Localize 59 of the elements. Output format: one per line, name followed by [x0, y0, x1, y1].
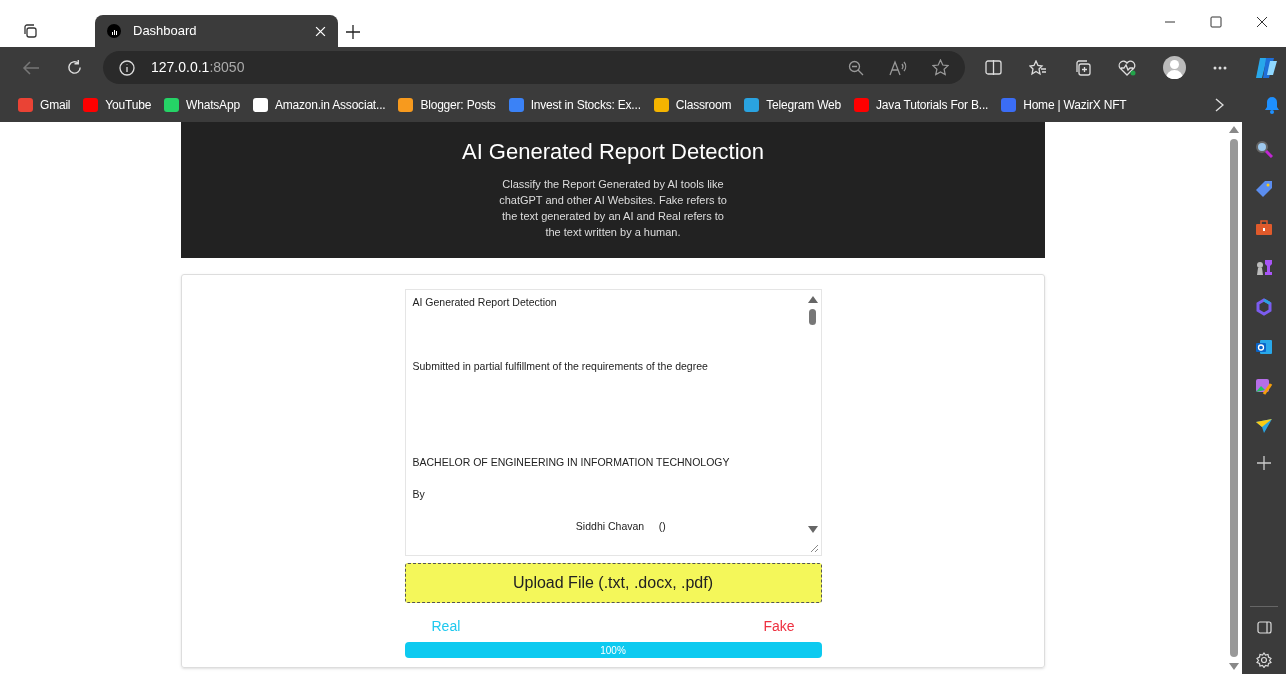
copilot-icon[interactable]: [1254, 56, 1278, 79]
bookmark-link[interactable]: Gmail: [40, 96, 71, 114]
bookmark-link[interactable]: Telegram Web: [766, 96, 842, 114]
resize-grip-icon[interactable]: [809, 544, 819, 553]
close-icon[interactable]: [315, 25, 326, 37]
more-options-icon[interactable]: [1213, 65, 1227, 70]
tag-icon[interactable]: [1255, 180, 1273, 198]
scroll-up-icon[interactable]: [807, 296, 818, 303]
toolbox-icon[interactable]: [1255, 220, 1273, 236]
mail-app-icon[interactable]: [1255, 338, 1273, 356]
bookmark-link[interactable]: Invest in Stocks: Ex...: [530, 96, 641, 114]
maximize-icon[interactable]: [1210, 16, 1222, 28]
bookmark-link[interactable]: Classroom: [675, 96, 732, 114]
bookmark-link[interactable]: WhatsApp: [186, 96, 240, 114]
bookmark-link[interactable]: Java Tutorials For B...: [876, 96, 989, 114]
address-bar[interactable]: 127.0.0.1:8050: [103, 51, 965, 84]
zoom-out-icon[interactable]: [848, 59, 864, 76]
browser-tab[interactable]: Dashboard: [95, 15, 338, 47]
url-port: :8050: [209, 59, 245, 75]
heart-pulse-icon[interactable]: [1118, 59, 1136, 76]
scroll-up-icon[interactable]: [1229, 126, 1239, 133]
fake-label: Fake: [763, 617, 795, 636]
chevron-right-icon[interactable]: [1215, 98, 1224, 112]
progress-reading: 100%: [600, 643, 626, 658]
split-screen-icon[interactable]: [985, 60, 1002, 75]
settings-icon[interactable]: [1256, 652, 1272, 668]
favorites-icon[interactable]: [1029, 59, 1047, 76]
upload-file-button[interactable]: Upload File (.txt, .docx, .pdf): [404, 563, 822, 603]
bookmark-link[interactable]: Home | WazirX NFT: [1023, 96, 1127, 114]
close-window-icon[interactable]: [1256, 16, 1268, 28]
scroll-thumb[interactable]: [809, 309, 816, 325]
bookmark-link[interactable]: Blogger: Posts: [420, 96, 496, 114]
page-scroll-thumb[interactable]: [1230, 139, 1238, 657]
profile-avatar[interactable]: [1163, 56, 1186, 79]
tab-title: Dashboard: [133, 22, 198, 41]
scroll-down-icon[interactable]: [807, 526, 818, 533]
real-label: Real: [431, 617, 461, 636]
tabs-icon[interactable]: [22, 23, 38, 39]
bell-icon[interactable]: [1264, 96, 1280, 114]
search-icon[interactable]: [1255, 140, 1273, 158]
page-description: Classify the Report Generated by AI tools like chatGPT and other AI Websites. Fake refers to the text generated by an AI and Real refers to the text written by a human.: [498, 177, 728, 240]
star-icon[interactable]: [932, 59, 949, 76]
image-edit-icon[interactable]: [1255, 378, 1273, 396]
dashboard-favicon-icon: [107, 24, 121, 38]
sidebar-panel-icon[interactable]: [1256, 621, 1272, 634]
collections-icon[interactable]: [1074, 59, 1091, 76]
back-arrow-icon[interactable]: [22, 59, 40, 76]
refresh-icon[interactable]: [66, 59, 83, 76]
scroll-down-icon[interactable]: [1229, 663, 1239, 670]
paper-plane-icon[interactable]: [1255, 418, 1273, 434]
read-aloud-icon[interactable]: [889, 59, 907, 76]
chess-pieces-icon[interactable]: [1255, 258, 1273, 276]
bookmark-link[interactable]: YouTube: [105, 96, 152, 114]
plus-icon[interactable]: [1257, 456, 1271, 470]
info-icon[interactable]: [119, 59, 135, 76]
url-host: 127.0.0.1: [151, 59, 210, 75]
new-tab-icon[interactable]: [346, 25, 360, 39]
bookmark-link[interactable]: Amazon.in Associat...: [274, 96, 386, 114]
page-title: AI Generated Report Detection: [461, 138, 765, 166]
